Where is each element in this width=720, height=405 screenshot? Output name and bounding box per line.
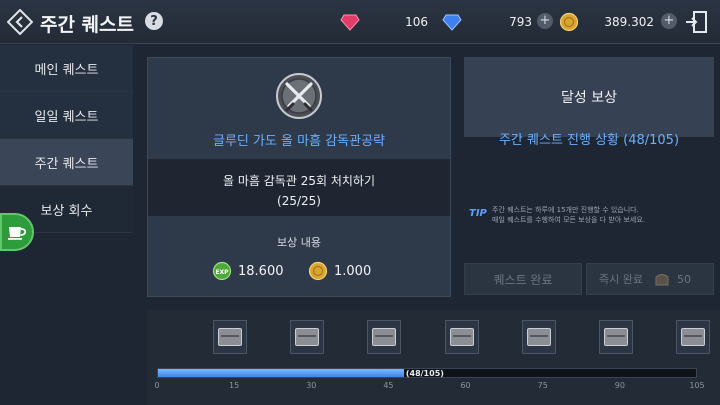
progress-bar-label: (48/105): [405, 369, 444, 378]
milestone-reward-box[interactable]: [598, 320, 633, 354]
treasure-chest-icon: [681, 328, 705, 346]
coffee-cup-icon: [8, 227, 27, 240]
exit-door-icon: [686, 11, 707, 33]
tip-line: 매일 퀘스트를 수행하여 모든 보상을 다 받아 보세요.: [492, 216, 646, 224]
quest-complete-button[interactable]: 퀘스트 완료: [464, 263, 582, 295]
progress-tick-label: 45: [383, 381, 394, 390]
sidebar-item-weekly-quest[interactable]: 주간 퀘스트: [0, 139, 133, 186]
reward-track: (48/105) 0 15 30 45 60 75 90 105: [147, 310, 720, 405]
svg-text:EXP: EXP: [215, 269, 229, 276]
reward-exp: EXP 18.600: [212, 261, 284, 281]
tip-text: 주간 퀘스트는 하루에 15개만 진행할 수 있습니다. 매일 퀘스트를 수행하…: [492, 205, 712, 225]
milestone-reward-box[interactable]: [367, 320, 402, 354]
quest-objective-count: (25/25): [277, 194, 321, 208]
treasure-chest-icon: [372, 328, 397, 346]
add-blue-gem-button[interactable]: +: [537, 13, 553, 29]
blue-gem-icon: [442, 14, 462, 31]
reward-label: 보상 내용: [277, 236, 321, 249]
quest-card[interactable]: 글루딘 가도 올 마흠 감독관공략 올 마흠 감독관 25회 처치하기 (25/…: [147, 57, 451, 297]
milestone-reward-box[interactable]: [290, 320, 325, 354]
sidebar-item-label: 일일 퀘스트: [34, 109, 99, 125]
sidebar-item-daily-quest[interactable]: 일일 퀘스트: [0, 92, 133, 139]
tip-line: 주간 퀘스트는 하루에 15개만 진행할 수 있습니다.: [492, 206, 639, 214]
back-diamond-icon: [7, 9, 33, 35]
gold-coin-icon: [559, 12, 579, 32]
milestone-reward-box[interactable]: [676, 320, 710, 354]
treasure-chest-icon: [603, 328, 628, 346]
sidebar-item-main-quest[interactable]: 메인 퀘스트: [0, 45, 133, 92]
treasure-chest-icon: [218, 328, 243, 346]
treasure-chest-icon: [526, 328, 551, 346]
progress-bar-fill: [158, 369, 404, 377]
instant-complete-cost: 50: [676, 272, 691, 286]
progress-tick-label: 90: [614, 381, 625, 390]
weekly-progress-text: 주간 퀘스트 진행 상황 (48/105): [498, 133, 680, 148]
page-title: 주간 퀘스트: [40, 14, 135, 36]
crossed-swords-icon: [275, 72, 323, 120]
sidebar-item-label: 보상 회수: [40, 203, 93, 219]
gold-count: 389.302: [604, 15, 654, 29]
top-bar: 주간 퀘스트 ? 106 793 + 389.302 +: [0, 0, 720, 44]
quest-title: 글루딘 가도 올 마흠 감독관공략: [212, 134, 385, 149]
reward-gold: 1.000: [308, 261, 371, 281]
progress-tick-label: 30: [306, 381, 317, 390]
add-gold-button[interactable]: +: [661, 13, 677, 29]
progress-tick-label: 105: [689, 381, 705, 390]
sidebar-item-label: 주간 퀘스트: [34, 156, 99, 172]
progress-tick-label: 75: [537, 381, 548, 390]
sidebar-item-label: 메인 퀘스트: [34, 62, 99, 78]
help-button[interactable]: ?: [145, 12, 163, 30]
tip-label: TIP: [469, 208, 487, 219]
instant-complete-button[interactable]: 즉시 완료 50: [586, 263, 714, 295]
achievement-title: 달성 보상: [561, 90, 617, 106]
currency-red-gem: [340, 12, 360, 32]
treasure-chest-icon: [449, 328, 474, 346]
gold-coin-icon: [308, 261, 328, 281]
bag-icon: [655, 274, 669, 286]
exit-button[interactable]: [684, 10, 710, 34]
milestone-reward-box[interactable]: [521, 320, 556, 354]
quest-objective: 올 마흠 감독관 25회 처치하기 (25/25): [148, 159, 450, 216]
currency-blue-gem: [442, 12, 462, 32]
red-gem-icon: [340, 14, 360, 31]
milestone-reward-box[interactable]: [213, 320, 248, 354]
exp-icon: EXP: [212, 261, 232, 281]
progress-tick-label: 15: [229, 381, 240, 390]
blue-gem-count: 793: [509, 15, 532, 29]
quest-objective-text: 올 마흠 감독관 25회 처치하기: [223, 174, 375, 188]
reward-exp-value: 18.600: [238, 263, 284, 279]
progress-tick-label: 60: [460, 381, 471, 390]
milestone-reward-box[interactable]: [444, 320, 479, 354]
progress-tick-label: 0: [154, 381, 160, 390]
reward-gold-value: 1.000: [334, 263, 372, 279]
currency-gold: [559, 12, 579, 32]
red-gem-count: 106: [405, 15, 428, 29]
instant-complete-label: 즉시 완료: [599, 273, 643, 286]
achievement-panel: 달성 보상 주간 퀘스트 진행 상황 (48/105) TIP 주간 퀘스트는 …: [464, 57, 714, 307]
treasure-chest-icon: [295, 328, 320, 346]
back-button[interactable]: [4, 6, 36, 38]
